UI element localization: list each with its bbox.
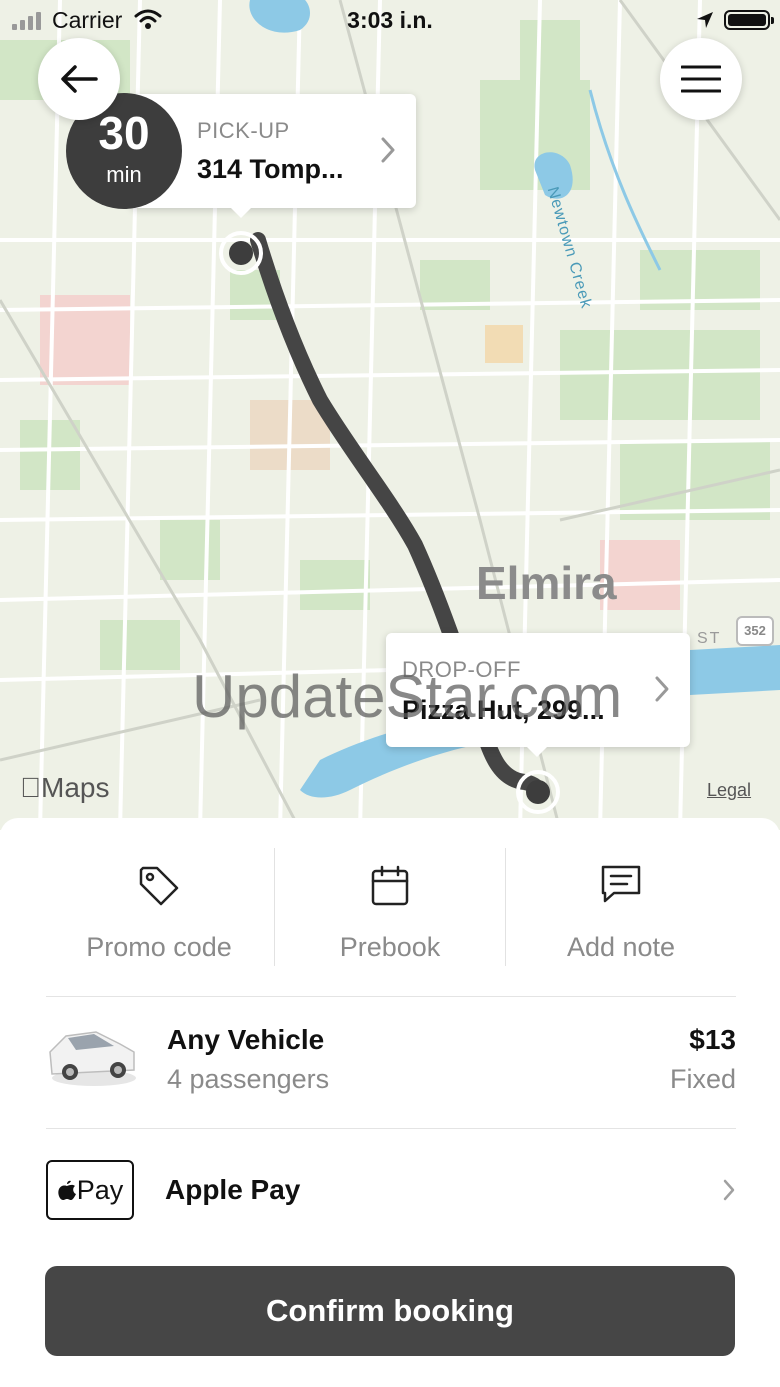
apple-pay-badge-text: Pay	[76, 1174, 124, 1205]
message-icon	[601, 865, 641, 903]
vehicle-price: $13	[689, 1024, 736, 1055]
dropoff-callout[interactable]: DROP-OFF Pizza Hut, 299...	[386, 633, 690, 757]
vehicle-option[interactable]: Any Vehicle 4 passengers $13 Fixed	[46, 1008, 736, 1128]
route-shield: 352	[736, 616, 774, 646]
booking-sheet: Promo code Prebook Add note Any Vehicle	[0, 818, 780, 1387]
menu-button[interactable]	[660, 38, 742, 120]
apple-logo-icon	[58, 1180, 76, 1200]
prebook-label: Prebook	[339, 932, 441, 962]
vehicle-name: Any Vehicle	[167, 1024, 325, 1055]
chevron-right-icon	[723, 1179, 735, 1201]
chevron-right-icon	[655, 676, 669, 702]
map-view[interactable]: Newtown Creek Elmira ST 352 Maps Legal …	[0, 0, 780, 830]
prebook-button[interactable]: Prebook	[274, 848, 505, 966]
location-arrow-icon	[697, 12, 713, 28]
status-bar: Carrier 3:03 i.n.	[0, 0, 780, 40]
add-note-label: Add note	[566, 932, 676, 962]
vehicle-passengers: 4 passengers	[167, 1064, 330, 1094]
confirm-booking-button[interactable]: Confirm booking	[45, 1266, 735, 1356]
divider	[46, 996, 736, 997]
back-arrow-icon	[61, 65, 98, 93]
status-time: 3:03 i.n.	[347, 7, 433, 33]
chevron-right-icon	[381, 137, 395, 163]
action-bar: Promo code Prebook Add note	[44, 848, 736, 966]
dropoff-address: Pizza Hut, 299...	[402, 695, 605, 725]
city-label: Elmira	[476, 557, 617, 609]
legal-link[interactable]: Legal	[707, 780, 751, 801]
promo-code-button[interactable]: Promo code	[44, 848, 274, 966]
pickup-label: PICK-UP	[197, 118, 290, 143]
payment-method[interactable]: Pay Apple Pay	[46, 1160, 736, 1222]
payment-method-name: Apple Pay	[165, 1174, 301, 1205]
apple-pay-badge: Pay	[46, 1160, 134, 1220]
hamburger-icon	[681, 65, 721, 93]
calendar-icon	[371, 865, 409, 906]
price-type: Fixed	[669, 1064, 736, 1094]
maps-logo: Maps	[20, 772, 109, 803]
pickup-address: 314 Tomp...	[197, 154, 344, 184]
car-icon	[49, 1031, 136, 1086]
divider	[46, 1128, 736, 1129]
dropoff-label: DROP-OFF	[402, 657, 521, 682]
battery-icon	[724, 10, 774, 30]
tag-icon	[139, 866, 179, 906]
back-button[interactable]	[38, 38, 120, 120]
promo-code-label: Promo code	[86, 932, 232, 962]
street-label: ST	[697, 630, 722, 647]
add-note-button[interactable]: Add note	[505, 848, 736, 966]
eta-unit: min	[106, 162, 142, 187]
